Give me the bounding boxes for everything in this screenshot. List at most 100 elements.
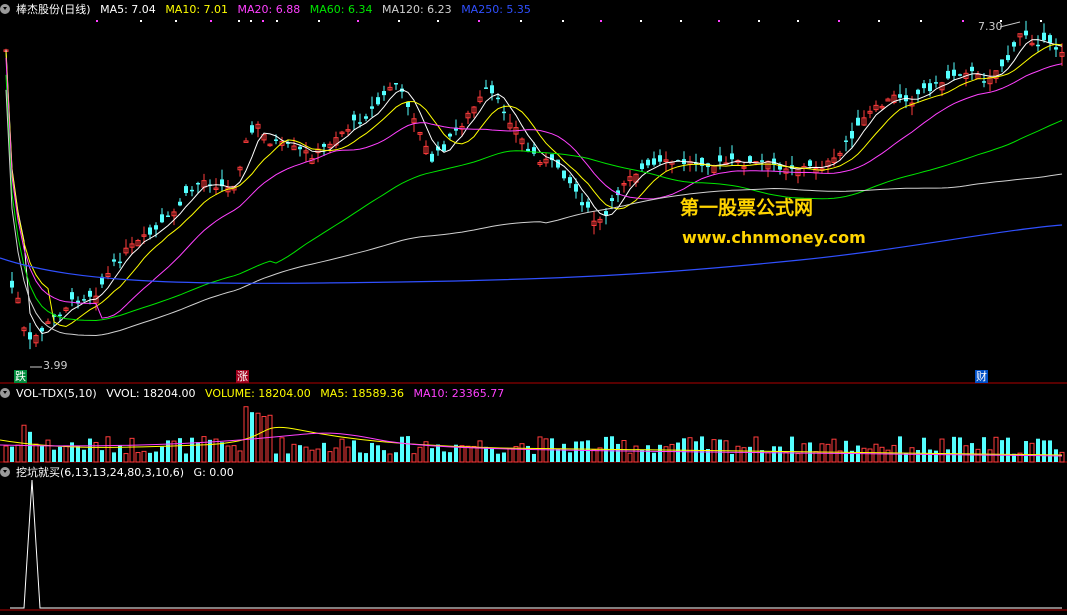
volume-bar-down xyxy=(376,445,380,462)
volume-bar-down xyxy=(562,443,566,462)
volume-bar-down xyxy=(616,443,620,462)
candle-down xyxy=(448,133,452,137)
candle-down xyxy=(178,201,182,206)
volume-bar-down xyxy=(490,448,494,462)
volume-bar-up xyxy=(141,450,147,463)
volume-bar-down xyxy=(532,453,536,462)
marker-finance[interactable]: 财 xyxy=(975,370,988,383)
volume-bar-down xyxy=(574,441,578,462)
volume-bar-down xyxy=(76,446,80,462)
volume-bar-up xyxy=(663,446,669,463)
volume-bar-down xyxy=(730,453,734,462)
volume-indicator-name: VOL-TDX(5,10) xyxy=(16,387,97,400)
volume-bar-down xyxy=(40,445,44,462)
volume-bar-down xyxy=(778,446,782,462)
volume-bar-down xyxy=(298,445,302,462)
volume-bar-up xyxy=(255,412,261,463)
indicator-g-line xyxy=(10,479,1062,609)
marker-rise[interactable]: 涨 xyxy=(236,370,249,383)
event-dot xyxy=(718,20,720,22)
volume-bar-up xyxy=(411,453,417,463)
candle-down xyxy=(376,97,380,105)
volume-bar-down xyxy=(442,451,446,462)
candle-down xyxy=(760,160,764,162)
candle-down xyxy=(1036,44,1040,47)
volume-bar-up xyxy=(909,447,915,463)
candle-down xyxy=(922,83,926,89)
ma10-label: MA10: 7.01 xyxy=(165,3,229,16)
event-dot xyxy=(562,20,564,22)
kline-chart[interactable] xyxy=(0,0,1067,615)
candle-down xyxy=(382,91,386,96)
volume-bar-down xyxy=(1006,437,1010,462)
volume-bar-up xyxy=(795,453,801,463)
volume-bar-up xyxy=(303,446,309,463)
candle-down xyxy=(1006,55,1010,61)
candle-down xyxy=(1042,32,1046,41)
volume-bar-up xyxy=(345,446,351,463)
marker-fall[interactable]: 跌 xyxy=(14,370,27,383)
volume-bar-down xyxy=(958,437,962,462)
volume-bar-up xyxy=(831,438,837,463)
volume-bar-down xyxy=(88,438,92,462)
volume-bar-up xyxy=(879,446,885,463)
vol-ma10-label: MA10: 23365.77 xyxy=(413,387,505,400)
volume-bar-up xyxy=(105,436,111,463)
candle-down xyxy=(370,106,374,109)
volume-bar-up xyxy=(261,415,267,463)
volume-bar-up xyxy=(213,438,219,463)
candle-down xyxy=(160,214,164,223)
volume-bar-up xyxy=(765,452,771,463)
volume-bar-up xyxy=(315,448,321,463)
panel-menu-icon[interactable] xyxy=(0,388,10,398)
volume-bar-up xyxy=(225,445,231,463)
volume-bar-down xyxy=(568,452,572,462)
candle-down xyxy=(442,144,446,151)
volume-bar-up xyxy=(885,449,891,463)
panel-menu-icon[interactable] xyxy=(0,467,10,477)
candle-down xyxy=(532,147,536,154)
volume-bar-down xyxy=(844,440,848,462)
event-dot xyxy=(276,20,278,22)
vol-ma5-label: MA5: 18589.36 xyxy=(320,387,404,400)
candle-down xyxy=(586,201,590,208)
volume-bar-up xyxy=(633,445,639,463)
volume-bar-down xyxy=(970,443,974,462)
volume-bar-down xyxy=(502,452,506,462)
volume-bar-down xyxy=(748,446,752,462)
volume-bar-up xyxy=(507,448,513,463)
volume-bar-up xyxy=(735,445,741,463)
volume-bar-down xyxy=(406,436,410,462)
volume-bar-up xyxy=(201,436,207,463)
volume-bar-up xyxy=(591,449,597,463)
volume-bar-down xyxy=(952,436,956,462)
volume-bar-up xyxy=(129,437,135,463)
event-dot xyxy=(357,20,359,22)
ma5-label: MA5: 7.04 xyxy=(100,3,156,16)
ma20-label: MA20: 6.88 xyxy=(237,3,301,16)
volume-bar-down xyxy=(1024,441,1028,462)
volume-bar-down xyxy=(220,442,224,462)
event-dot xyxy=(640,20,642,22)
volume-bar-down xyxy=(184,453,188,462)
volume-bar-down xyxy=(484,446,488,462)
high-price-pointer xyxy=(999,21,1021,28)
volume-ma5-line xyxy=(0,426,1063,456)
volume-bar-down xyxy=(916,449,920,462)
candle-down xyxy=(154,225,158,230)
volume-bar-up xyxy=(1059,451,1065,463)
candle-down xyxy=(934,82,938,84)
volume-bar-down xyxy=(982,437,986,462)
candle-down xyxy=(856,117,860,126)
candle-down xyxy=(658,155,662,162)
volume-bar-up xyxy=(33,443,39,463)
candle-down xyxy=(430,153,434,162)
indicator-name: 挖坑就买(6,13,13,24,80,3,10,6) xyxy=(16,466,185,479)
volume-bar-down xyxy=(322,442,326,462)
panel-menu-icon[interactable] xyxy=(0,4,10,14)
event-dot xyxy=(600,20,602,22)
candle-down xyxy=(1000,59,1004,67)
candle-down xyxy=(490,85,494,94)
volume-bar-down xyxy=(394,452,398,462)
volume-bar-down xyxy=(922,437,926,462)
